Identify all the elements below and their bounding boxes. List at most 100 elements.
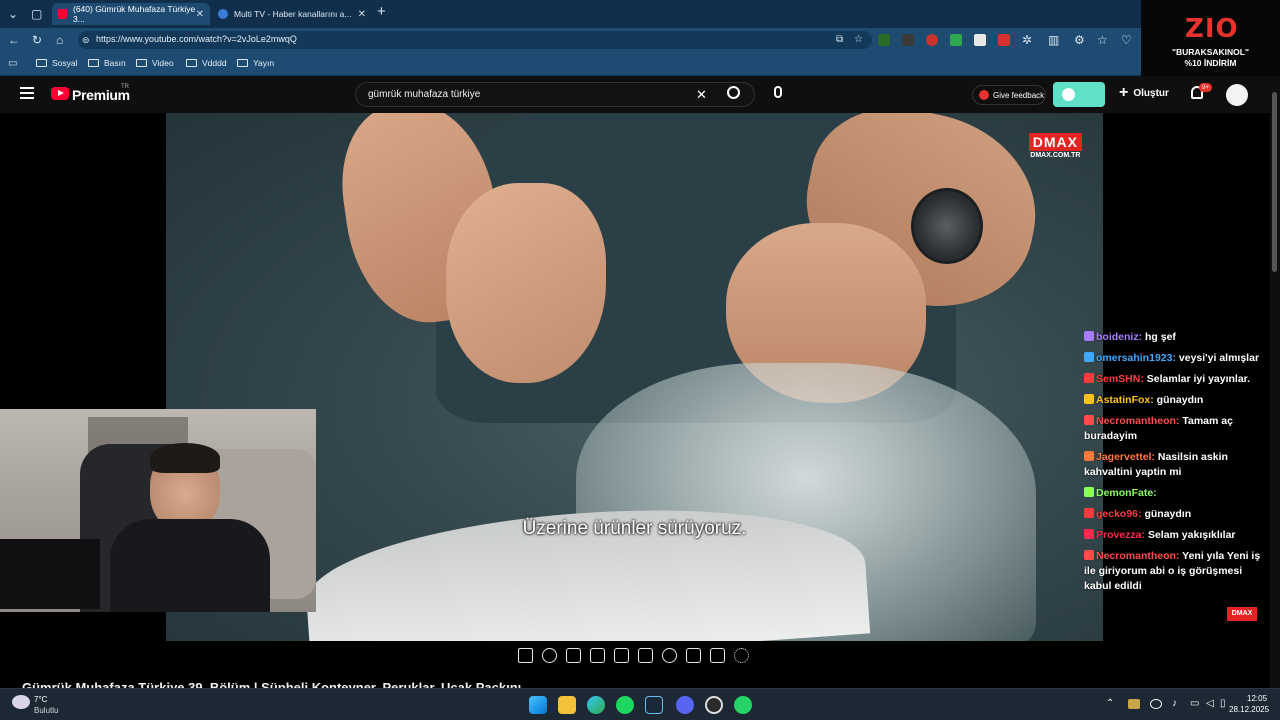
browser-nav-bar: ← ↻ ⌂ ⊜ https://www.youtube.com/watch?v=… (0, 28, 1280, 52)
tab-title: Multi TV - Haber kanallarını a... (234, 9, 352, 19)
multitv-favicon-icon (218, 9, 228, 19)
extension-icon[interactable] (902, 34, 914, 46)
extension-icon[interactable] (878, 34, 890, 46)
reload-icon[interactable]: ↻ (32, 34, 42, 46)
spotify-icon[interactable] (616, 696, 634, 714)
chat-badge-icon (1084, 331, 1094, 341)
watched-icon[interactable] (566, 648, 581, 663)
notification-count-badge: 9+ (1199, 83, 1213, 92)
tab-actions-chevron-icon[interactable]: ⌄ (8, 8, 18, 20)
site-info-icon[interactable]: ⊜ (82, 34, 90, 46)
chat-badge-icon (1084, 451, 1094, 461)
weather-temp[interactable]: 7°C (34, 695, 47, 704)
tab-multitv[interactable]: Multi TV - Haber kanallarını a... ✕ (212, 3, 372, 25)
steam-icon[interactable] (645, 696, 663, 714)
favorite-star-icon[interactable]: ☆ (854, 34, 863, 46)
extension-icon[interactable] (974, 34, 986, 46)
screenshot-camera-icon[interactable] (710, 648, 725, 663)
clock-time[interactable]: 12:05 (1247, 694, 1267, 703)
page-scrollbar[interactable] (1270, 76, 1280, 688)
theater-mode-icon[interactable] (638, 648, 653, 663)
cinema-mode-icon[interactable] (590, 648, 605, 663)
workspaces-icon[interactable]: ▢ (31, 8, 42, 20)
address-bar[interactable]: ⊜ https://www.youtube.com/watch?v=2vJoLe… (78, 31, 872, 49)
obs-icon[interactable] (705, 696, 723, 714)
chat-username: Provezza: (1096, 529, 1146, 541)
folder-icon (237, 59, 248, 67)
file-explorer-icon[interactable] (558, 696, 576, 714)
menu-hamburger-icon[interactable] (20, 87, 34, 99)
weather-cloud-icon[interactable] (12, 695, 30, 709)
bookmark-folder-sosyal[interactable]: Sosyal (36, 58, 78, 68)
bookmark-folder-yayin[interactable]: Yayın (237, 58, 274, 68)
frame-step-icon[interactable] (686, 648, 701, 663)
collections-icon[interactable]: ⚙ (1074, 34, 1085, 46)
clear-search-icon[interactable]: ✕ (696, 87, 707, 103)
create-button[interactable]: + Oluştur (1119, 85, 1169, 101)
chat-message: omersahin1923: veysi'yi almışlar (1084, 351, 1264, 366)
search-box[interactable]: gümrük muhafaza türkiye ✕ (355, 82, 755, 107)
start-windows-icon[interactable] (529, 696, 547, 714)
bookmark-folder-basin[interactable]: Basın (88, 58, 126, 68)
split-view-icon[interactable]: ⧉ (836, 34, 843, 46)
extension-icon[interactable] (950, 34, 962, 46)
playback-speed-icon[interactable] (662, 648, 677, 663)
favorites-icon[interactable]: ☆ (1097, 34, 1108, 46)
chat-message: gecko96: günaydın (1084, 507, 1264, 522)
sync-icon[interactable] (1150, 699, 1162, 709)
discord-icon[interactable] (676, 696, 694, 714)
youtube-logo-icon[interactable] (51, 87, 69, 100)
chat-text: Selam yakışıklılar (1147, 529, 1236, 541)
webcam-streamer-shirt (110, 519, 270, 612)
extension-toggle-button[interactable] (1053, 82, 1105, 107)
bookmark-label: Video (152, 58, 174, 68)
microphone-icon[interactable]: ♪ (1172, 698, 1177, 709)
stream-chat: boideniz: hg şef omersahin1923: veysi'yi … (1084, 330, 1264, 600)
extensions-puzzle-icon[interactable]: ✲ (1022, 34, 1032, 46)
sidebar-icon[interactable]: ▥ (1048, 34, 1059, 46)
browser-tab-strip: ⌄ ▢ (640) Gümrük Muhafaza Türkiye 3... ✕… (0, 0, 1280, 28)
shield-icon[interactable]: ♡ (1121, 34, 1132, 46)
tab-youtube[interactable]: (640) Gümrük Muhafaza Türkiye 3... ✕ (52, 3, 210, 25)
chat-text: Selamlar iyi yayınlar. (1146, 373, 1251, 385)
search-icon[interactable] (727, 86, 740, 99)
home-icon[interactable]: ⌂ (56, 34, 63, 46)
chat-badge-icon (1084, 550, 1094, 560)
back-icon[interactable]: ← (8, 34, 20, 46)
close-tab-icon[interactable]: ✕ (196, 9, 204, 20)
extension-icon[interactable] (998, 34, 1010, 46)
network-icon[interactable]: ▭ (1190, 698, 1199, 709)
reading-list-icon[interactable]: ▭ (8, 58, 17, 70)
voice-search-icon[interactable] (774, 86, 782, 98)
battery-icon[interactable]: ▯ (1220, 698, 1226, 709)
edge-browser-icon[interactable] (587, 696, 605, 714)
settings-gear-icon[interactable] (734, 648, 749, 663)
tray-app-icon[interactable] (1128, 699, 1140, 709)
chat-message: Provezza: Selam yakışıklılar (1084, 528, 1264, 543)
give-feedback-button[interactable]: Give feedback (972, 85, 1046, 105)
avatar[interactable] (1226, 84, 1248, 106)
player-extension-controls (518, 648, 749, 668)
bookmark-folder-vdddd[interactable]: Vdddd (186, 58, 227, 68)
new-tab-icon[interactable]: + (377, 4, 386, 19)
whatsapp-icon[interactable] (734, 696, 752, 714)
chat-badge-icon (1084, 394, 1094, 404)
streamer-webcam (0, 409, 316, 612)
chat-username: boideniz: (1096, 331, 1143, 343)
scrollbar-thumb[interactable] (1272, 92, 1277, 272)
volume-icon[interactable]: ◁ (1206, 698, 1214, 709)
show-hidden-icons-chevron-icon[interactable]: ⌃ (1106, 698, 1114, 709)
close-tab-icon[interactable]: ✕ (358, 9, 366, 20)
feedback-label: Give feedback (993, 90, 1045, 100)
folder-icon (36, 59, 47, 67)
bookmark-folder-video[interactable]: Video (136, 58, 174, 68)
picture-in-picture-icon[interactable] (614, 648, 629, 663)
weather-desc[interactable]: Bulutlu (34, 706, 58, 715)
chat-username: Jagervettel: (1096, 451, 1155, 463)
loop-icon[interactable] (518, 648, 533, 663)
chat-badge-icon (1084, 415, 1094, 425)
audio-mode-icon[interactable] (542, 648, 557, 663)
search-input[interactable]: gümrük muhafaza türkiye (368, 89, 480, 100)
clock-date[interactable]: 28.12.2025 (1229, 705, 1269, 714)
extension-icon[interactable] (926, 34, 938, 46)
